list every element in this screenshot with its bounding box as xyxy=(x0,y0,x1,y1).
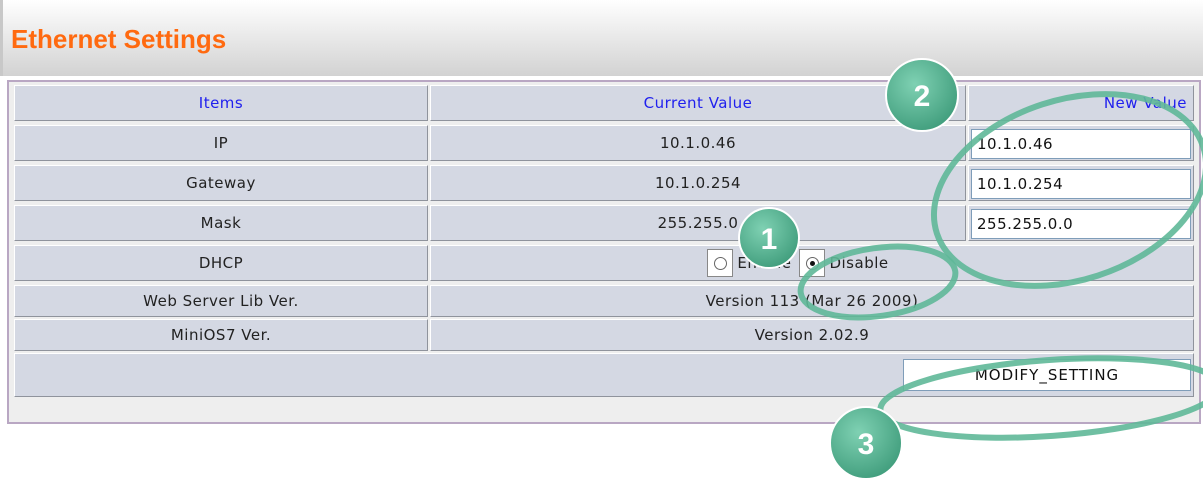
gateway-new-cell: 10.1.0.254 xyxy=(968,165,1194,201)
mask-current-value: 255.255.0 xyxy=(430,205,966,241)
header-items: Items xyxy=(14,85,428,121)
header-new-value: New Value xyxy=(968,85,1194,121)
gateway-current-value: 10.1.0.254 xyxy=(430,165,966,201)
dhcp-enable-radio[interactable] xyxy=(707,249,734,277)
mask-label: Mask xyxy=(14,205,428,241)
modify-setting-button[interactable]: MODIFY_SETTING xyxy=(903,359,1191,391)
mask-input[interactable]: 255.255.0.0 xyxy=(971,209,1191,239)
settings-table: Items Current Value New Value IP 10.1.0.… xyxy=(7,80,1201,424)
web-server-label: Web Server Lib Ver. xyxy=(14,285,428,317)
dhcp-radio-group: Enable Disable xyxy=(707,249,896,277)
badge-3-number: 3 xyxy=(858,428,875,461)
dhcp-label: DHCP xyxy=(14,245,428,281)
web-server-value: Version 113 (Mar 26 2009) xyxy=(430,285,1194,317)
dhcp-options: Enable Disable xyxy=(430,245,1194,281)
ip-current-value: 10.1.0.46 xyxy=(430,125,966,161)
dhcp-disable-radio[interactable] xyxy=(799,249,826,277)
minios-label: MiniOS7 Ver. xyxy=(14,319,428,351)
gateway-input[interactable]: 10.1.0.254 xyxy=(971,169,1191,199)
gateway-label: Gateway xyxy=(14,165,428,201)
ip-label: IP xyxy=(14,125,428,161)
title-bar: Ethernet Settings xyxy=(0,0,1203,76)
header-current-value: Current Value xyxy=(430,85,966,121)
ip-input[interactable]: 10.1.0.46 xyxy=(971,129,1191,159)
minios-value: Version 2.02.9 xyxy=(430,319,1194,351)
dhcp-enable-label: Enable xyxy=(737,254,792,272)
ip-new-cell: 10.1.0.46 xyxy=(968,125,1194,161)
page-title: Ethernet Settings xyxy=(11,24,227,54)
mask-new-cell: 255.255.0.0 xyxy=(968,205,1194,241)
dhcp-disable-label: Disable xyxy=(829,254,889,272)
submit-cell: MODIFY_SETTING xyxy=(14,353,1194,397)
